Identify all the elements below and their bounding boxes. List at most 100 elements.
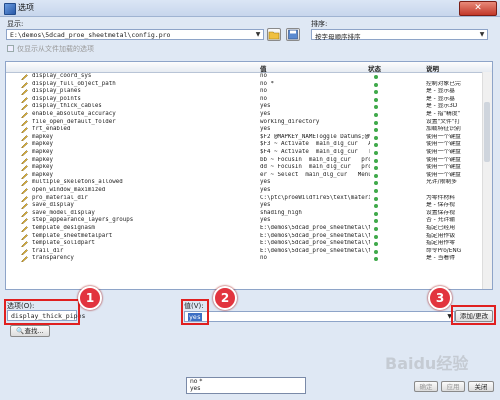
table-row[interactable]: mapkey $F2 @MAPKEY_NAMEToggle Datums;@MA.… <box>6 134 484 142</box>
close-button[interactable]: 关闭 <box>468 381 494 392</box>
table-row[interactable]: multiple_skeletons_allowed yes 允许/限制多 <box>6 179 484 187</box>
status-ok-icon <box>374 143 378 148</box>
status-ok-icon <box>374 120 378 125</box>
option-value-cell: bb ~ FocusIn `main_dlg_cur` `proe... <box>260 156 370 163</box>
option-name-cell: save_display <box>32 202 74 209</box>
option-name-cell: template_designasm <box>32 225 95 231</box>
pencil-icon <box>21 195 28 202</box>
find-button[interactable]: 🔍查找... <box>10 325 50 337</box>
option-value-cell: E:\demos\5dcad_proe_sheetmetal\trail <box>260 247 370 254</box>
table-row[interactable]: mapkey $F4 ~ Activate `main_dlg_cur` `TA.… <box>6 149 484 157</box>
options-table[interactable]: 值 状态 说明 display_coord_sys no display_full_… <box>5 61 493 290</box>
column-header-value: 值 <box>260 65 267 73</box>
table-row[interactable]: mapkey $F3 ~ Activate `main_dlg_cur` `A..… <box>6 141 484 149</box>
column-header-description: 说明 <box>426 65 439 73</box>
option-value-cell: yes <box>260 111 271 117</box>
option-name-cell: transparency <box>32 255 74 262</box>
table-row[interactable]: pro_material_dir C:\ptc\proeWildfire5\tex… <box>6 195 484 203</box>
option-value-cell: $F4 ~ Activate `main_dlg_cur` `TA... <box>260 149 370 155</box>
table-row[interactable]: display_coord_sys no <box>6 73 484 81</box>
pencil-icon <box>21 233 28 240</box>
save-config-button[interactable] <box>286 28 300 41</box>
option-description-cell: 指定用作钣 <box>426 232 455 239</box>
table-row[interactable]: template_solidpart E:\demos\5dcad_proe_sh… <box>6 240 484 248</box>
open-folder-button[interactable] <box>267 28 281 41</box>
table-row[interactable]: display_planes no 是 - 显示基 <box>6 88 484 96</box>
table-row[interactable]: transparency no 是 - 当看得 <box>6 255 484 263</box>
status-ok-icon <box>374 211 378 216</box>
table-row[interactable]: step_appearance_layers_groups yes 否 - 允许输 <box>6 217 484 225</box>
option-name-cell: display_points <box>32 95 81 102</box>
pencil-icon <box>21 89 28 96</box>
status-ok-icon <box>374 113 378 117</box>
table-row[interactable]: mapkey bb ~ FocusIn `main_dlg_cur` `proe.… <box>6 157 484 165</box>
table-row[interactable]: template_sheetmetalpart E:\demos\5dcad_pr… <box>6 233 484 241</box>
option-description-cell: 为零件材料 <box>426 194 455 201</box>
ok-button[interactable]: 确定 <box>414 381 438 392</box>
save-icon <box>288 29 298 40</box>
option-description-cell: 设置"文件"打 <box>426 118 461 125</box>
status-ok-icon <box>374 105 378 110</box>
annotation-badge-1: 1 <box>78 286 102 310</box>
option-name-cell: multiple_skeletons_allowed <box>32 179 123 186</box>
option-name-cell: mapkey <box>32 141 53 148</box>
option-name-cell: template_sheetmetalpart <box>32 232 113 239</box>
option-value-cell: er ~ Select `main_dlg_cur` `MenuB... <box>260 171 370 178</box>
sort-value: 按字母顺序排序 <box>315 33 361 41</box>
sort-combo[interactable]: 按字母顺序排序 ▼ <box>311 29 488 41</box>
table-row[interactable]: template_designasm E:\demos\5dcad_proe_sh… <box>6 225 484 233</box>
column-header-status: 状态 <box>368 65 381 73</box>
option-value-cell: C:\ptc\proeWildfire5\text\materia... <box>260 194 370 201</box>
status-ok-icon <box>374 173 378 178</box>
table-row[interactable]: frt_enabled yes 加载特征识别 <box>6 126 484 134</box>
option-name-cell: display_coord_sys <box>32 73 92 79</box>
table-header: 值 状态 说明 <box>6 62 492 73</box>
status-ok-icon <box>374 257 378 262</box>
show-loaded-only-label: 仅显示从文件加载的选项 <box>17 45 94 53</box>
value-dropdown-list[interactable]: no * yes <box>186 377 306 394</box>
window-close-button[interactable]: ✕ <box>459 1 497 16</box>
apply-button[interactable]: 应用 <box>441 381 465 392</box>
scrollbar-thumb[interactable] <box>484 102 490 162</box>
chevron-down-icon: ▼ <box>479 31 485 38</box>
dropdown-option[interactable]: yes <box>190 385 200 392</box>
pencil-icon <box>21 96 28 103</box>
table-row[interactable]: mapkey dd ~ FocusIn `main_dlg_cur` `proe.… <box>6 164 484 172</box>
dropdown-option[interactable]: no * <box>190 378 202 385</box>
option-name-cell: trail_dir <box>32 247 64 254</box>
option-description-cell: 使用一个键盘 <box>426 171 461 178</box>
option-name-cell: mapkey <box>32 133 53 140</box>
option-description-cell: 是 - 显示基 <box>426 88 455 95</box>
pencil-icon <box>21 226 28 232</box>
watermark: Baidu经验 <box>385 354 469 373</box>
table-row[interactable]: mapkey er ~ Select `main_dlg_cur` `MenuB.… <box>6 172 484 180</box>
value-combo[interactable]: yes ▼ <box>184 311 455 322</box>
option-value-cell: no * <box>260 80 274 87</box>
table-row[interactable]: display_full_object_path no * 控制对象已完 <box>6 81 484 89</box>
option-value-cell: E:\demos\5dcad_proe_sheetmetal\te... <box>260 240 370 247</box>
app-icon <box>4 3 16 15</box>
option-description-cell: 是 - 当看得 <box>426 255 455 262</box>
table-row[interactable]: trail_dir E:\demos\5dcad_proe_sheetmetal\… <box>6 248 484 256</box>
option-description-cell: 命令Pro/ENG <box>426 247 462 254</box>
table-row[interactable]: enable_absolute_accuracy yes 是 - 指"精度" <box>6 111 484 119</box>
pencil-icon <box>21 112 28 118</box>
table-row[interactable]: open_window_maximized yes <box>6 187 484 195</box>
option-description-cell: 允许/限制多 <box>426 179 457 186</box>
table-row[interactable]: display_thick_cables yes 是 - 显示3D <box>6 103 484 111</box>
pencil-icon <box>21 134 28 141</box>
pencil-icon <box>21 203 28 210</box>
table-row[interactable]: file_open_default_folder working_director… <box>6 119 484 127</box>
status-ok-icon <box>374 158 378 163</box>
table-row[interactable]: display_points no 是 - 显示基 <box>6 96 484 104</box>
table-row[interactable]: save_display yes 是 - 保存视 <box>6 202 484 210</box>
table-vertical-scrollbar[interactable] <box>482 72 492 289</box>
status-ok-icon <box>374 151 378 155</box>
pencil-icon <box>21 248 28 255</box>
option-description-cell: 否 - 允许输 <box>426 217 455 224</box>
display-path-combo[interactable]: E:\demos\5dcad_proe_sheetmetal\config.pr… <box>6 29 264 40</box>
pencil-icon <box>21 210 28 217</box>
option-description-cell: 使用一个键盘 <box>426 141 461 148</box>
table-row[interactable]: save_model_display shading_high 设置保存视 <box>6 210 484 218</box>
show-loaded-only-checkbox[interactable] <box>7 45 14 52</box>
